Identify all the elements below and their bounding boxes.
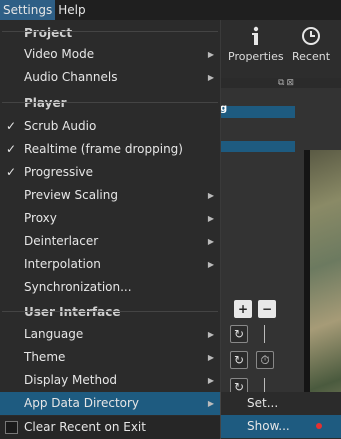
loop-icon[interactable]: ↻ [230,351,248,369]
menu-item-language[interactable]: Language ▶ [0,323,220,346]
submenu-item-show[interactable]: Show... [221,415,341,438]
chevron-right-icon: ▶ [207,73,214,82]
chevron-right-icon: ▶ [207,214,214,223]
chevron-right-icon: ▶ [207,353,214,362]
menu-item-interpolation[interactable]: Interpolation ▶ [0,253,220,276]
recent-label: Recent [292,50,331,63]
menu-item-theme[interactable]: Theme ▶ [0,346,220,369]
timer-icon[interactable]: ⏱ [256,351,274,369]
check-icon: ✓ [6,119,17,133]
menu-item-preview-scaling[interactable]: Preview Scaling ▶ [0,184,220,207]
separator [2,311,218,312]
check-icon: ✓ [6,142,17,156]
divider [264,325,265,343]
checkbox[interactable] [5,421,18,434]
section-player: Player [24,96,67,110]
separator [2,31,218,32]
chevron-right-icon: ▶ [207,237,214,246]
settings-menu: Project Video Mode ▶ Audio Channels ▶ Pl… [0,20,221,439]
menu-item-video-mode[interactable]: Video Mode ▶ [0,43,220,66]
menu-item-realtime[interactable]: ✓ Realtime (frame dropping) [0,138,220,161]
menu-item-clear-recent[interactable]: Clear Recent on Exit [0,416,220,439]
submenu-item-set[interactable]: Set... [221,392,341,415]
menu-help[interactable]: Help [55,0,88,20]
menu-item-app-data-directory[interactable]: App Data Directory ▶ [0,392,220,415]
separator [2,102,218,103]
clock-icon [302,27,321,45]
menu-item-progressive[interactable]: ✓ Progressive [0,161,220,184]
check-icon: ✓ [6,165,17,179]
menu-settings[interactable]: Settings [0,0,56,20]
chevron-right-icon: ▶ [207,330,214,339]
loop-icon[interactable]: ↻ [230,325,248,343]
section-project: Project [24,26,73,40]
recent-button[interactable]: Recent [292,26,330,63]
menu-item-synchronization[interactable]: Synchronization... [0,276,220,299]
info-icon [251,26,258,45]
menu-item-deinterlacer[interactable]: Deinterlacer ▶ [0,230,220,253]
chevron-right-icon: ▶ [207,50,214,59]
plus-icon[interactable]: + [234,300,252,318]
menu-item-proxy[interactable]: Proxy ▶ [0,207,220,230]
chevron-right-icon: ▶ [207,260,214,269]
app-data-submenu: Set... Show... [220,392,341,439]
selected-list-row[interactable] [220,141,295,152]
menu-item-audio-channels[interactable]: Audio Channels ▶ [0,66,220,89]
divider [264,378,265,392]
menubar: Settings Help [0,0,341,20]
chevron-right-icon: ▶ [207,399,214,408]
close-icon[interactable]: ⊠ [286,78,296,88]
cursor-dot-icon [316,423,322,429]
panel-header-row: g [220,103,295,118]
menu-item-scrub-audio[interactable]: ✓ Scrub Audio [0,115,220,138]
menu-item-display-method[interactable]: Display Method ▶ [0,369,220,392]
properties-label: Properties [228,50,284,63]
panel-controls: ⧉⊠ [278,78,296,88]
chevron-right-icon: ▶ [207,191,214,200]
minus-icon[interactable]: − [258,300,276,318]
chevron-right-icon: ▶ [207,376,214,385]
properties-button[interactable]: Properties [228,26,284,63]
section-user-interface: User Interface [24,305,121,319]
main-toolbar: Properties Recent [220,20,341,78]
